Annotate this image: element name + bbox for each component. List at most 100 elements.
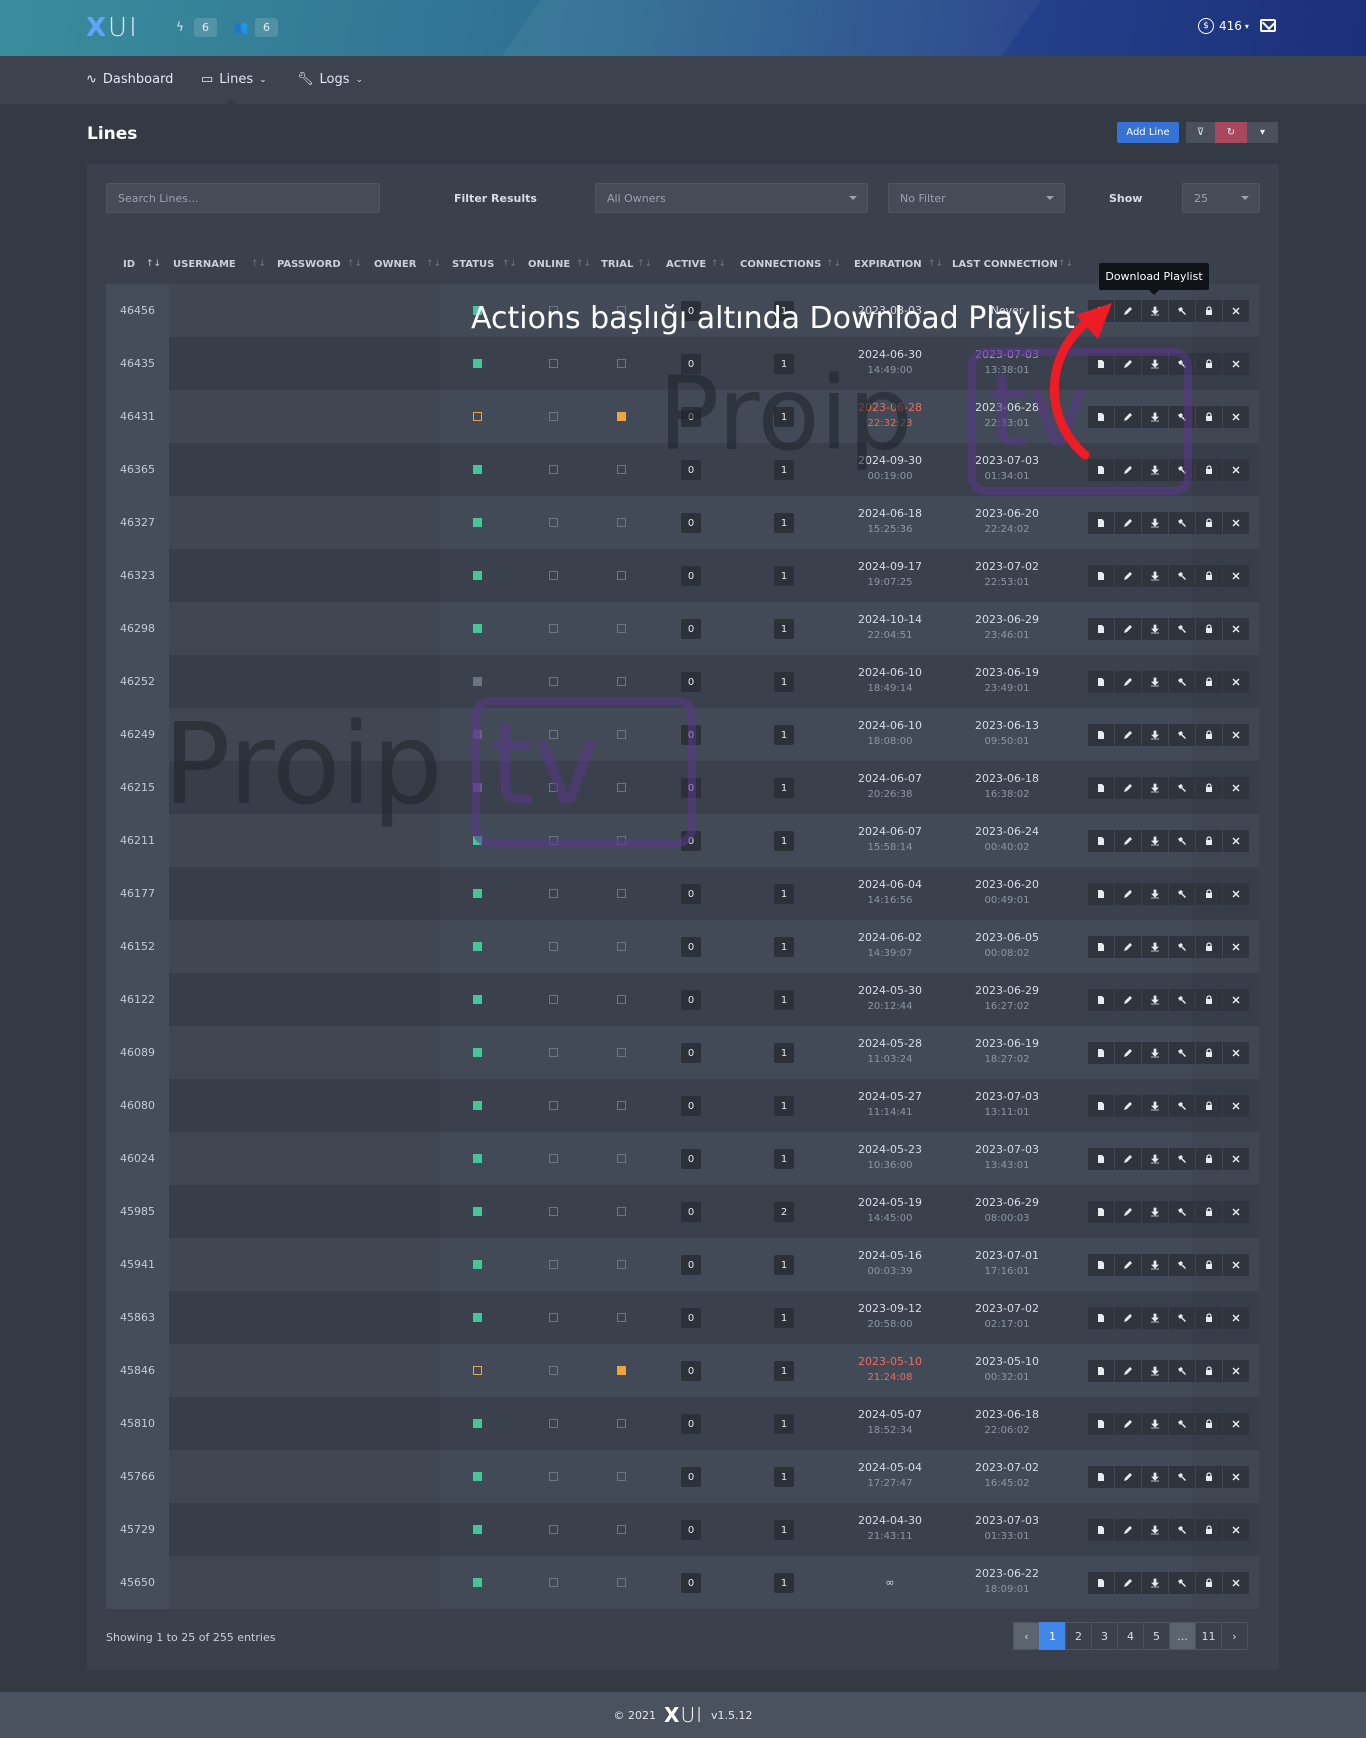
tools-button[interactable]: [1169, 1148, 1195, 1170]
more-options-button[interactable]: ▾: [1247, 122, 1278, 143]
edit-button[interactable]: [1115, 1095, 1141, 1117]
delete-button[interactable]: [1223, 1572, 1249, 1594]
tools-button[interactable]: [1169, 1254, 1195, 1276]
lock-button[interactable]: [1196, 1095, 1222, 1117]
lock-button[interactable]: [1196, 406, 1222, 428]
col-connections[interactable]: CONNECTIONS: [740, 259, 821, 270]
lock-button[interactable]: [1196, 936, 1222, 958]
download-playlist-button[interactable]: [1142, 671, 1168, 693]
tools-button[interactable]: [1169, 406, 1195, 428]
edit-button[interactable]: [1115, 777, 1141, 799]
download-playlist-button[interactable]: [1142, 830, 1168, 852]
tools-button[interactable]: [1169, 1466, 1195, 1488]
next-page-button[interactable]: ›: [1221, 1622, 1248, 1650]
clear-filter-button[interactable]: ⊽: [1186, 122, 1215, 143]
edit-button[interactable]: [1115, 565, 1141, 587]
cell-id[interactable]: 45941: [106, 1238, 169, 1291]
info-button[interactable]: [1088, 1360, 1114, 1382]
add-line-button[interactable]: Add Line: [1117, 122, 1179, 143]
page-2-button[interactable]: 2: [1065, 1622, 1092, 1650]
download-playlist-button[interactable]: [1142, 406, 1168, 428]
col-status[interactable]: STATUS: [452, 259, 494, 270]
lock-button[interactable]: [1196, 353, 1222, 375]
cell-id[interactable]: 46456: [106, 284, 169, 337]
delete-button[interactable]: [1223, 618, 1249, 640]
tools-button[interactable]: [1169, 618, 1195, 640]
lock-button[interactable]: [1196, 1042, 1222, 1064]
lock-button[interactable]: [1196, 1254, 1222, 1276]
cell-id[interactable]: 46089: [106, 1026, 169, 1079]
download-playlist-button[interactable]: [1142, 1148, 1168, 1170]
users-indicator[interactable]: 👥 6: [233, 16, 278, 38]
lock-button[interactable]: [1196, 1307, 1222, 1329]
cell-id[interactable]: 45650: [106, 1556, 169, 1609]
cell-id[interactable]: 45863: [106, 1291, 169, 1344]
info-button[interactable]: [1088, 1095, 1114, 1117]
lock-button[interactable]: [1196, 883, 1222, 905]
tools-button[interactable]: [1169, 1307, 1195, 1329]
delete-button[interactable]: [1223, 1042, 1249, 1064]
credits-dropdown[interactable]: $416 ▾: [1198, 18, 1249, 34]
tools-button[interactable]: [1169, 1519, 1195, 1541]
info-button[interactable]: [1088, 1042, 1114, 1064]
delete-button[interactable]: [1223, 1201, 1249, 1223]
col-online[interactable]: ONLINE: [528, 259, 570, 270]
download-playlist-button[interactable]: [1142, 1413, 1168, 1435]
page-3-button[interactable]: 3: [1091, 1622, 1118, 1650]
page-5-button[interactable]: 5: [1143, 1622, 1170, 1650]
tools-button[interactable]: [1169, 1360, 1195, 1382]
info-button[interactable]: [1088, 671, 1114, 693]
edit-button[interactable]: [1115, 512, 1141, 534]
lock-button[interactable]: [1196, 1572, 1222, 1594]
info-button[interactable]: [1088, 1519, 1114, 1541]
delete-button[interactable]: [1223, 565, 1249, 587]
tools-button[interactable]: [1169, 724, 1195, 746]
edit-button[interactable]: [1115, 1413, 1141, 1435]
nav-lines[interactable]: ▭ Lines ⌄: [201, 72, 267, 87]
lock-button[interactable]: [1196, 565, 1222, 587]
info-button[interactable]: [1088, 618, 1114, 640]
delete-button[interactable]: [1223, 300, 1249, 322]
info-button[interactable]: [1088, 1307, 1114, 1329]
info-button[interactable]: [1088, 936, 1114, 958]
filter-select[interactable]: No Filter: [888, 183, 1065, 213]
download-playlist-button[interactable]: [1142, 1572, 1168, 1594]
edit-button[interactable]: [1115, 1466, 1141, 1488]
info-button[interactable]: [1088, 1148, 1114, 1170]
cell-id[interactable]: 45766: [106, 1450, 169, 1503]
cell-id[interactable]: 46252: [106, 655, 169, 708]
delete-button[interactable]: [1223, 1095, 1249, 1117]
page-11-button[interactable]: 11: [1195, 1622, 1222, 1650]
tools-button[interactable]: [1169, 936, 1195, 958]
lock-button[interactable]: [1196, 1466, 1222, 1488]
lock-button[interactable]: [1196, 1519, 1222, 1541]
lock-button[interactable]: [1196, 724, 1222, 746]
download-playlist-button[interactable]: [1142, 618, 1168, 640]
cell-id[interactable]: 46122: [106, 973, 169, 1026]
download-playlist-button[interactable]: [1142, 459, 1168, 481]
tools-button[interactable]: [1169, 777, 1195, 799]
delete-button[interactable]: [1223, 936, 1249, 958]
info-button[interactable]: [1088, 1413, 1114, 1435]
lock-button[interactable]: [1196, 618, 1222, 640]
delete-button[interactable]: [1223, 1360, 1249, 1382]
cell-id[interactable]: 45810: [106, 1397, 169, 1450]
delete-button[interactable]: [1223, 883, 1249, 905]
tools-button[interactable]: [1169, 300, 1195, 322]
lock-button[interactable]: [1196, 459, 1222, 481]
col-password[interactable]: PASSWORD: [277, 259, 341, 270]
info-button[interactable]: [1088, 883, 1114, 905]
tools-button[interactable]: [1169, 565, 1195, 587]
download-playlist-button[interactable]: [1142, 777, 1168, 799]
mail-icon[interactable]: [1260, 19, 1276, 32]
tools-button[interactable]: [1169, 883, 1195, 905]
delete-button[interactable]: [1223, 830, 1249, 852]
page-4-button[interactable]: 4: [1117, 1622, 1144, 1650]
col-owner[interactable]: OWNER: [374, 259, 416, 270]
connections-indicator[interactable]: ϟ6: [172, 16, 217, 38]
info-button[interactable]: [1088, 830, 1114, 852]
cell-id[interactable]: 46327: [106, 496, 169, 549]
cell-id[interactable]: 45729: [106, 1503, 169, 1556]
download-playlist-button[interactable]: [1142, 724, 1168, 746]
edit-button[interactable]: [1115, 830, 1141, 852]
